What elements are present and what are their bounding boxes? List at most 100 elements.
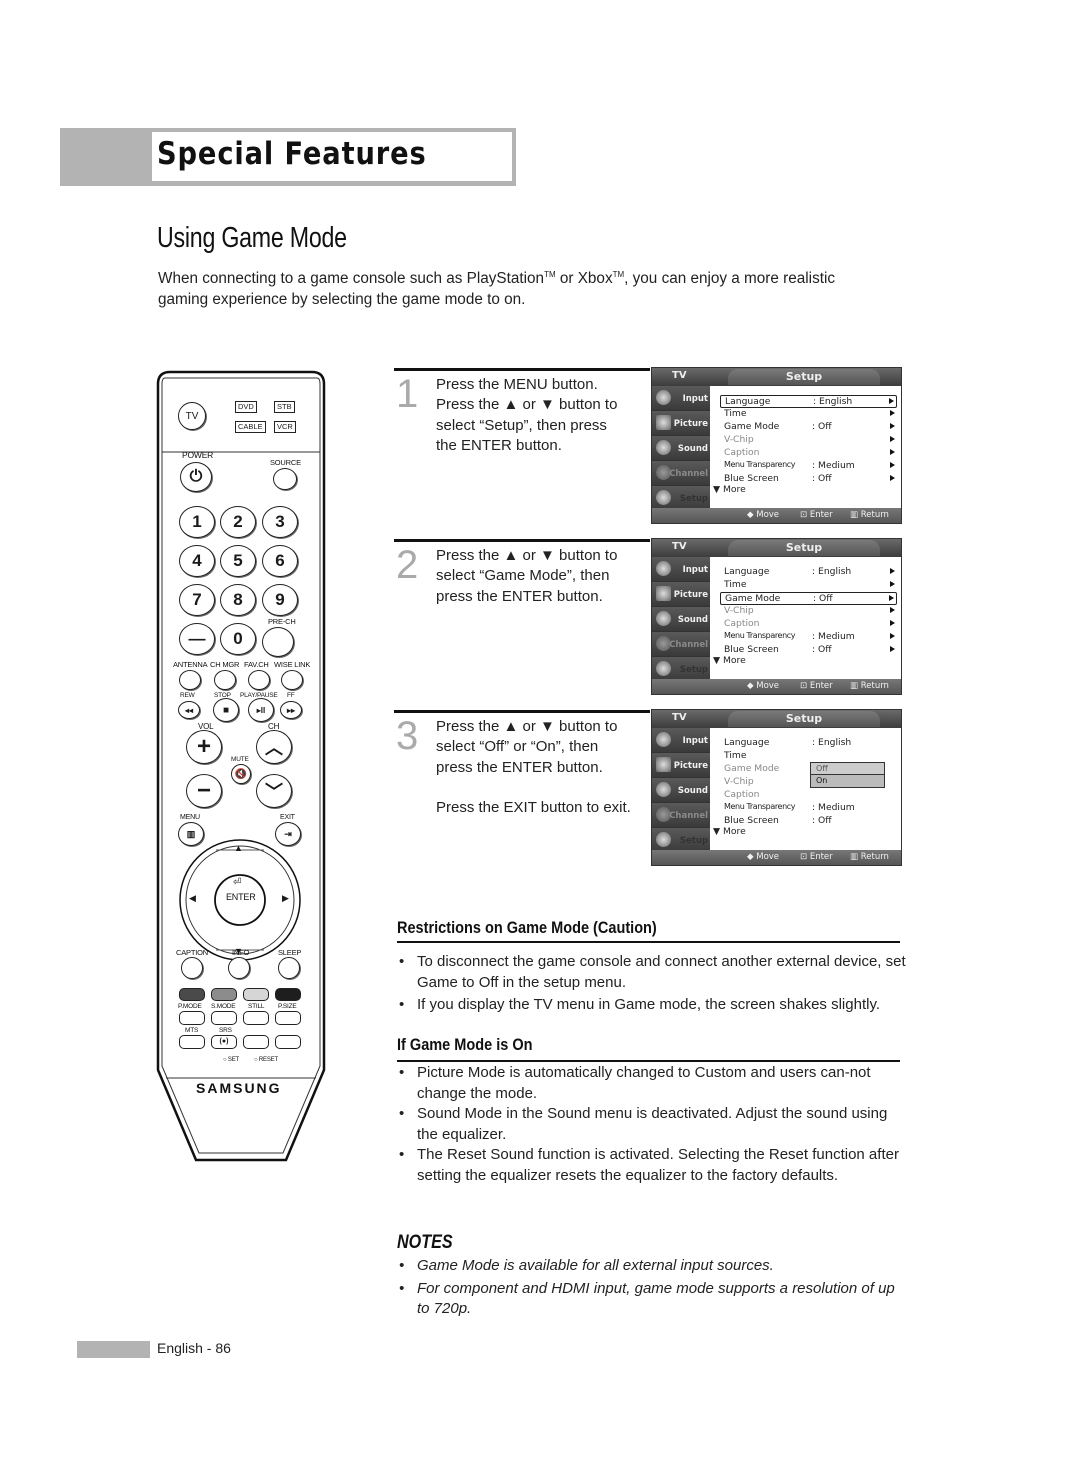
game-mode-dropdown[interactable]: Off On bbox=[810, 762, 885, 788]
vcr-button[interactable]: VCR bbox=[274, 421, 296, 433]
menu-button[interactable]: ▥ bbox=[178, 822, 204, 846]
sleep-button[interactable] bbox=[278, 957, 300, 979]
blank-button-1[interactable] bbox=[243, 1035, 269, 1049]
digit-8-button[interactable]: 8 bbox=[220, 584, 256, 616]
digit-5-button[interactable]: 5 bbox=[220, 545, 256, 577]
tv-button[interactable]: TV bbox=[178, 402, 206, 430]
menu-row-game-mode[interactable]: Game Mode: Off bbox=[720, 592, 897, 605]
sidebar-item-sound[interactable]: Sound bbox=[652, 607, 710, 632]
enter-hint: ⊡ Enter bbox=[800, 852, 833, 862]
cable-button[interactable]: CABLE bbox=[235, 421, 266, 433]
still-button[interactable] bbox=[243, 1011, 269, 1025]
mute-button[interactable]: 🔇 bbox=[231, 764, 251, 784]
nav-left-button[interactable]: ◀ bbox=[189, 893, 196, 904]
volume-up-button[interactable]: + bbox=[186, 730, 222, 764]
sidebar-item-channel[interactable]: Channel bbox=[652, 803, 710, 828]
antenna-button[interactable] bbox=[179, 670, 201, 690]
caption-button[interactable] bbox=[181, 957, 203, 979]
sidebar-item-input[interactable]: Input bbox=[652, 728, 710, 753]
digit-2-button[interactable]: 2 bbox=[220, 506, 256, 538]
prech-button[interactable] bbox=[262, 627, 294, 657]
menu-row-menu-transparency[interactable]: Menu Transparency: Medium bbox=[720, 631, 897, 644]
sidebar-item-sound[interactable]: Sound bbox=[652, 778, 710, 803]
sidebar-item-sound[interactable]: Sound bbox=[652, 436, 710, 461]
more-link[interactable]: ▼ More bbox=[713, 826, 746, 837]
digit-0-button[interactable]: 0 bbox=[220, 623, 256, 655]
exit-button[interactable]: ⇥ bbox=[275, 822, 301, 846]
dropdown-option-off[interactable]: Off bbox=[811, 763, 884, 775]
ff-button[interactable]: ▸▸ bbox=[280, 701, 302, 719]
nav-up-button[interactable]: ▲ bbox=[234, 843, 243, 853]
mts-button[interactable] bbox=[179, 1035, 205, 1049]
pmode-button[interactable] bbox=[179, 1011, 205, 1025]
menu-row-caption[interactable]: Caption bbox=[720, 447, 897, 460]
green-key-button[interactable] bbox=[211, 988, 237, 1001]
set-button[interactable]: ○ SET bbox=[223, 1057, 239, 1063]
menu-row-time[interactable]: Time bbox=[720, 408, 897, 421]
volume-down-button[interactable]: − bbox=[186, 774, 222, 808]
menu-row-language[interactable]: Language: English bbox=[720, 737, 897, 750]
menu-row-blue-screen[interactable]: Blue Screen: Off bbox=[720, 815, 897, 828]
channel-up-button[interactable]: ︿ bbox=[256, 730, 292, 764]
sidebar-item-input[interactable]: Input bbox=[652, 557, 710, 582]
smode-button[interactable] bbox=[211, 1011, 237, 1025]
setup-tab[interactable]: Setup bbox=[728, 711, 880, 727]
digit-3-button[interactable]: 3 bbox=[262, 506, 298, 538]
antenna-label: ANTENNA bbox=[173, 660, 208, 669]
stb-button[interactable]: STB bbox=[274, 401, 295, 413]
blue-key-button[interactable] bbox=[275, 988, 301, 1001]
reset-button[interactable]: ○ RESET bbox=[254, 1057, 278, 1063]
digit-1-button[interactable]: 1 bbox=[179, 506, 215, 538]
rew-button[interactable]: ◂◂ bbox=[178, 701, 200, 719]
digit-6-button[interactable]: 6 bbox=[262, 545, 298, 577]
menu-row-blue-screen[interactable]: Blue Screen: Off bbox=[720, 473, 897, 486]
menu-row-language[interactable]: Language: English bbox=[720, 395, 897, 408]
digit-7-button[interactable]: 7 bbox=[179, 584, 215, 616]
setup-tab[interactable]: Setup bbox=[728, 540, 880, 556]
info-button[interactable] bbox=[228, 957, 250, 979]
menu-row-caption[interactable]: Caption bbox=[720, 789, 897, 802]
yellow-key-button[interactable] bbox=[243, 988, 269, 1001]
menu-row-v-chip[interactable]: V-Chip bbox=[720, 434, 897, 447]
sidebar-item-input[interactable]: Input bbox=[652, 386, 710, 411]
psize-button[interactable] bbox=[275, 1011, 301, 1025]
red-key-button[interactable] bbox=[179, 988, 205, 1001]
menu-row-v-chip[interactable]: V-Chip bbox=[720, 605, 897, 618]
more-link[interactable]: ▼ More bbox=[713, 484, 746, 495]
chmgr-button[interactable] bbox=[214, 670, 236, 690]
blank-button-2[interactable] bbox=[275, 1035, 301, 1049]
move-hint: ◆ Move bbox=[747, 852, 780, 862]
sidebar-item-picture[interactable]: Picture bbox=[652, 582, 710, 607]
restrictions-heading: Restrictions on Game Mode (Caution) bbox=[397, 919, 657, 937]
dropdown-option-on[interactable]: On bbox=[811, 775, 884, 787]
source-button[interactable] bbox=[273, 468, 297, 490]
wiselink-button[interactable] bbox=[281, 670, 303, 690]
digit-4-button[interactable]: 4 bbox=[179, 545, 215, 577]
menu-row-blue-screen[interactable]: Blue Screen: Off bbox=[720, 644, 897, 657]
power-button[interactable]: ⏻ bbox=[180, 462, 212, 492]
menu-row-game-mode[interactable]: Game Mode: Off bbox=[720, 421, 897, 434]
menu-row-caption[interactable]: Caption bbox=[720, 618, 897, 631]
dvd-button[interactable]: DVD bbox=[235, 401, 257, 413]
dash-button[interactable]: — bbox=[179, 623, 215, 655]
menu-row-menu-transparency[interactable]: Menu Transparency: Medium bbox=[720, 802, 897, 815]
play-pause-button[interactable]: ▸II bbox=[248, 698, 274, 722]
chmgr-label: CH MGR bbox=[210, 660, 240, 669]
enter-button[interactable]: ENTER bbox=[226, 892, 256, 902]
more-link[interactable]: ▼ More bbox=[713, 655, 746, 666]
srs-button[interactable]: (●) bbox=[211, 1035, 237, 1049]
nav-right-button[interactable]: ▶ bbox=[282, 893, 289, 904]
sidebar-item-channel[interactable]: Channel bbox=[652, 632, 710, 657]
menu-row-menu-transparency[interactable]: Menu Transparency: Medium bbox=[720, 460, 897, 473]
sidebar-item-picture[interactable]: Picture bbox=[652, 753, 710, 778]
menu-row-time[interactable]: Time bbox=[720, 579, 897, 592]
setup-tab[interactable]: Setup bbox=[728, 369, 880, 385]
sidebar-item-channel[interactable]: Channel bbox=[652, 461, 710, 486]
menu-row-language[interactable]: Language: English bbox=[720, 566, 897, 579]
channel-down-button[interactable]: ﹀ bbox=[256, 774, 292, 808]
digit-9-button[interactable]: 9 bbox=[262, 584, 298, 616]
rew-label: REW bbox=[180, 692, 195, 699]
favch-button[interactable] bbox=[248, 670, 270, 690]
stop-button[interactable]: ■ bbox=[213, 698, 239, 722]
sidebar-item-picture[interactable]: Picture bbox=[652, 411, 710, 436]
